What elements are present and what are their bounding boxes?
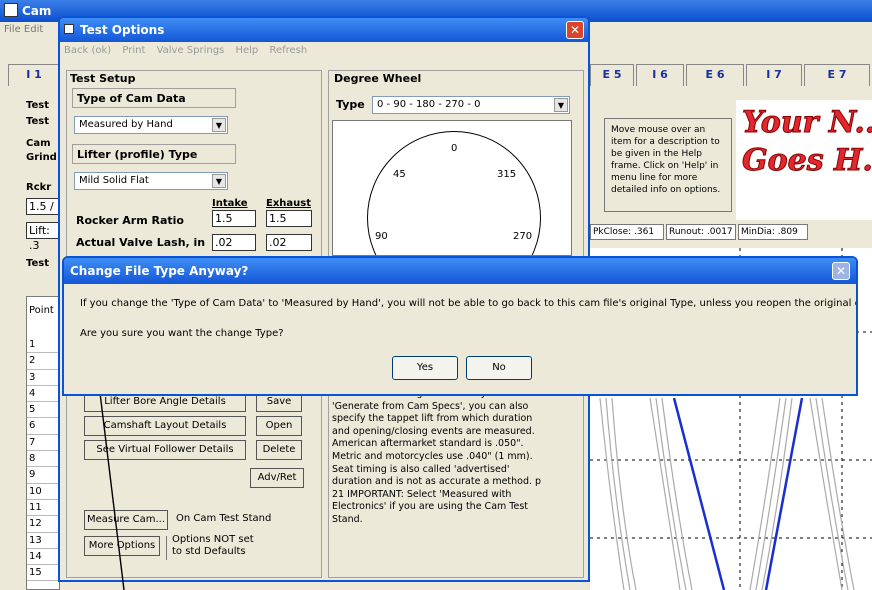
lash-label: Actual Valve Lash, in (76, 236, 206, 249)
row-number: 1 (27, 337, 61, 354)
chevron-down-icon[interactable]: ▼ (212, 118, 226, 132)
row-number: 15 (27, 565, 61, 582)
status-mindia: MinDia: .809 (738, 224, 808, 240)
menu-print[interactable]: Print (122, 45, 145, 56)
status-runout: Runout: .0017 (666, 224, 736, 240)
rocker-intake-field[interactable]: 1.5 (212, 210, 256, 227)
test-options-title: Test Options (80, 23, 165, 37)
intake-label: Intake (212, 198, 248, 209)
cam-data-select[interactable]: Measured by Hand ▼ (74, 116, 228, 134)
bg-help-box: Move mouse over an item for a descriptio… (604, 118, 732, 212)
window-icon (64, 24, 74, 34)
main-menu[interactable]: File Edit (4, 24, 43, 35)
wheel-mark-45: 45 (393, 169, 406, 180)
test-options-titlebar: Test Options ✕ (60, 18, 588, 42)
logo-area: Your N... Goes H... (736, 100, 872, 220)
row-number: 7 (27, 435, 61, 452)
dialog-close-button[interactable]: ✕ (832, 262, 850, 280)
row-number: 2 (27, 353, 61, 370)
chevron-down-icon[interactable]: ▼ (554, 98, 568, 112)
no-button[interactable]: No (466, 356, 532, 380)
cam-data-value: Measured by Hand (79, 119, 173, 130)
row-number: 8 (27, 451, 61, 468)
wheel-type-select[interactable]: 0 - 90 - 180 - 270 - 0 ▼ (372, 96, 570, 114)
lash-intake-field[interactable]: .02 (212, 234, 256, 251)
bg-label-rckr: Rckr (26, 182, 52, 193)
dialog-titlebar: Change File Type Anyway? ✕ (64, 258, 856, 284)
menu-help[interactable]: Help (235, 45, 258, 56)
test-options-menu: Back (ok) Print Valve Springs Help Refre… (60, 42, 588, 60)
adv-ret-button[interactable]: Adv/Ret (250, 468, 304, 488)
lash-exhaust-field[interactable]: .02 (266, 234, 312, 251)
logo-text: Your N... Goes H... (742, 105, 872, 179)
wheel-type-value: 0 - 90 - 180 - 270 - 0 (377, 99, 481, 110)
tab-e5[interactable]: E 5 (590, 64, 634, 86)
row-number: 6 (27, 418, 61, 435)
main-title: Cam (22, 4, 52, 18)
change-type-dialog: Change File Type Anyway? ✕ If you change… (62, 256, 858, 396)
measure-status: On Cam Test Stand (176, 513, 272, 524)
row-number: 11 (27, 500, 61, 517)
bg-help-text: Move mouse over an item for a descriptio… (611, 125, 721, 195)
app-icon (4, 3, 18, 17)
row-number: 13 (27, 533, 61, 549)
lifter-value: Mild Solid Flat (79, 175, 149, 186)
type-label: Type (336, 98, 365, 111)
close-icon: ✕ (835, 264, 847, 278)
bg-lift-field: Lift: .3 (26, 222, 60, 252)
dialog-title: Change File Type Anyway? (70, 264, 249, 278)
tab-e7[interactable]: E 7 (804, 64, 870, 86)
degree-wheel-label: Degree Wheel (334, 72, 422, 85)
chevron-down-icon[interactable]: ▼ (212, 174, 226, 188)
tab-i6[interactable]: I 6 (636, 64, 684, 86)
lifter-label: Lifter (profile) Type (77, 148, 198, 161)
open-button[interactable]: Open (256, 416, 302, 436)
tab-e6[interactable]: E 6 (686, 64, 744, 86)
status-pkclose: PkClose: .361 (590, 224, 664, 240)
row-number: 12 (27, 516, 61, 533)
row-number: 5 (27, 402, 61, 419)
row-number: 10 (27, 484, 61, 500)
bg-label-test: Test (26, 100, 50, 111)
dialog-message: If you change the 'Type of Cam Data' to … (80, 298, 858, 309)
menu-refresh[interactable]: Refresh (269, 45, 307, 56)
menu-back[interactable]: Back (ok) (64, 45, 111, 56)
bg-label-test2: Test (26, 116, 50, 127)
wheel-mark-90: 90 (375, 231, 388, 242)
lifter-select[interactable]: Mild Solid Flat ▼ (74, 172, 228, 190)
delete-button[interactable]: Delete (256, 440, 302, 460)
row-number: 4 (27, 386, 61, 403)
divider (166, 536, 167, 560)
options-status: Options NOT set to std Defaults (172, 534, 254, 557)
dialog-question: Are you sure you want the change Type? (80, 328, 284, 339)
wheel-mark-315: 315 (497, 169, 517, 180)
wheel-mark-0: 0 (451, 143, 458, 154)
tab-i1[interactable]: I 1 (8, 64, 60, 86)
degree-wheel-canvas: 0 45 315 90 270 (332, 120, 572, 256)
menu-valve-springs[interactable]: Valve Springs (157, 45, 225, 56)
cam-data-label: Type of Cam Data (77, 92, 186, 105)
bg-label-cam: Cam (26, 138, 51, 149)
close-button[interactable]: ✕ (566, 21, 584, 39)
grid-header: Point (29, 305, 54, 316)
yes-button[interactable]: Yes (392, 356, 458, 380)
rocker-exhaust-field[interactable]: 1.5 (266, 210, 312, 227)
row-number: 9 (27, 467, 61, 484)
bg-label-test3: Test (26, 258, 50, 269)
lifter-header: Lifter (profile) Type (72, 144, 236, 164)
cam-data-header: Type of Cam Data (72, 88, 236, 108)
rocker-label: Rocker Arm Ratio (76, 214, 184, 227)
bg-label-grind: Grind (26, 152, 57, 163)
row-number: 14 (27, 549, 61, 566)
bg-point-grid: Point 1 2 3 4 5 6 7 8 9 10 11 12 13 14 15 (26, 296, 61, 590)
options-help-text: cam lift data was generated. If you sele… (332, 388, 542, 525)
close-icon: ✕ (569, 23, 581, 37)
test-setup-label: Test Setup (70, 72, 136, 85)
exhaust-label: Exhaust (266, 198, 311, 209)
bg-rckr-field[interactable]: 1.5 / (26, 198, 60, 215)
tab-i7[interactable]: I 7 (746, 64, 802, 86)
row-number: 3 (27, 370, 61, 386)
wheel-mark-270: 270 (513, 231, 533, 242)
